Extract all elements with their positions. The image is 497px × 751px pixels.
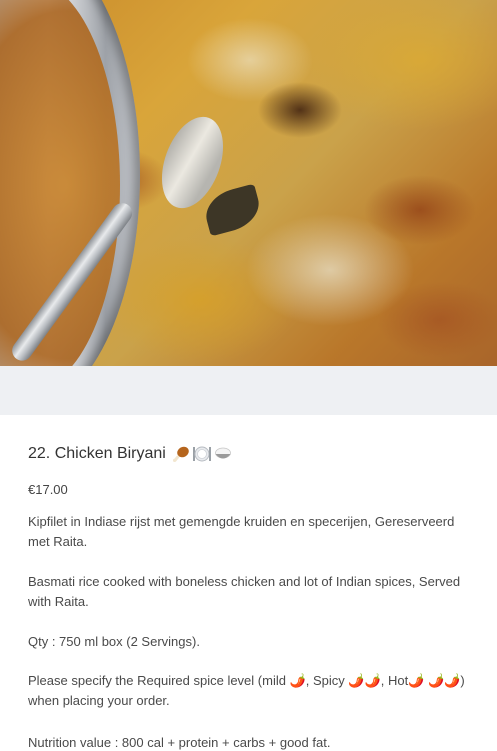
description-english: Basmati rice cooked with boneless chicke… (28, 574, 461, 609)
plate-with-cutlery-icon (192, 446, 211, 462)
bay-leaf (200, 183, 265, 237)
chili-pepper-icon: 🌶️ (289, 673, 306, 688)
item-title: 22. Chicken Biryani (28, 445, 166, 462)
spice-note-spicy: , Spicy (305, 673, 349, 688)
quantity-info: Qty : 750 ml box (2 Servings). (28, 634, 200, 649)
menu-item-page: 22. Chicken Biryani €17.00 Kipfilet in I… (0, 0, 497, 751)
rice-bowl-icon (214, 447, 231, 459)
chili-pepper-icon: 🌶️ (408, 673, 425, 688)
title-row: 22. Chicken Biryani (28, 445, 232, 463)
spice-level-note: Please specify the Required spice level … (28, 671, 468, 711)
photo-divider-band (0, 366, 497, 415)
poultry-leg-icon (172, 446, 189, 462)
item-price: €17.00 (28, 482, 68, 497)
spice-note-prefix: Please specify the Required spice level … (28, 673, 290, 688)
chili-pepper-icon: 🌶️ (444, 673, 461, 688)
nutrition-info: Nutrition value : 800 cal + protein + ca… (28, 735, 331, 750)
spice-note-hot: , Hot (380, 673, 409, 688)
chili-pepper-icon: 🌶️ (364, 673, 381, 688)
item-details: 22. Chicken Biryani €17.00 Kipfilet in I… (0, 415, 497, 751)
chili-pepper-icon: 🌶️ (428, 673, 445, 688)
dish-photo (0, 0, 497, 366)
chili-pepper-icon: 🌶️ (348, 673, 365, 688)
description-dutch: Kipfilet in Indiase rijst met gemengde k… (28, 514, 455, 549)
title-icons (172, 445, 232, 463)
